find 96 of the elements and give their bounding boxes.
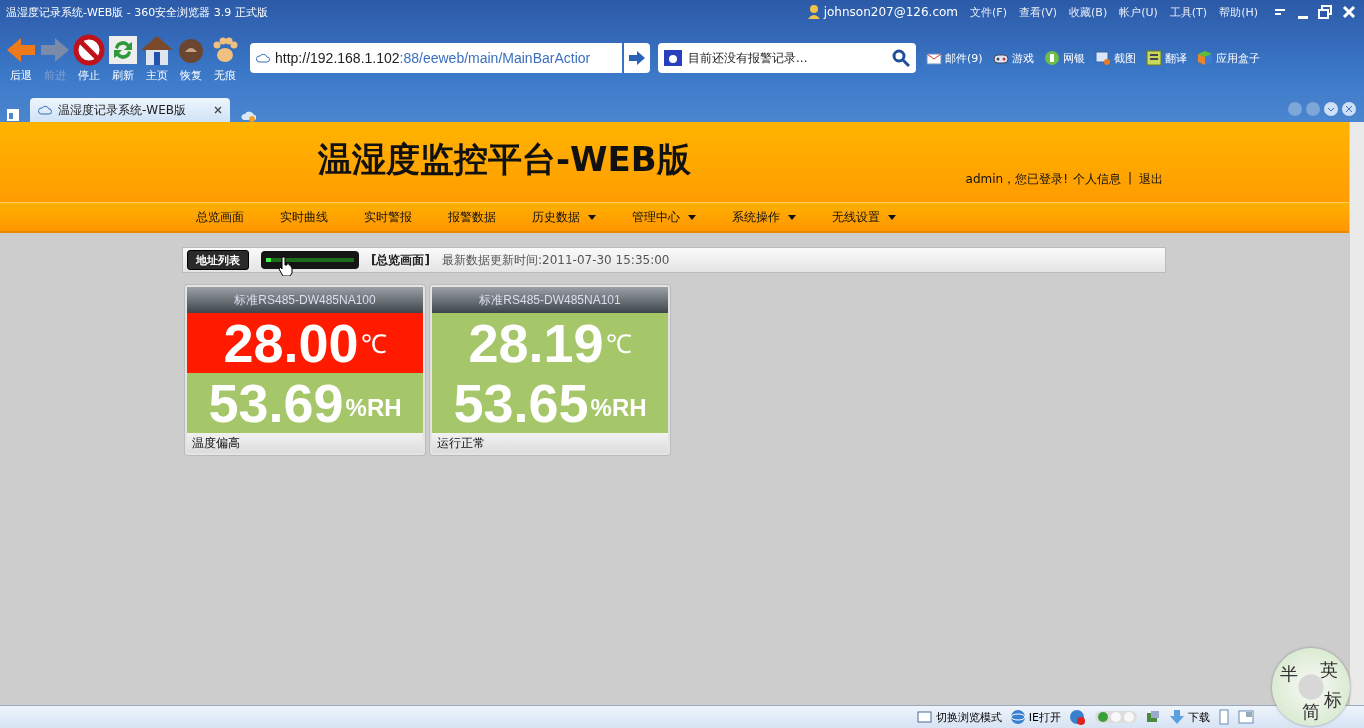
- restore-window-icon: [1318, 5, 1332, 19]
- page-title: 温湿度监控平台-WEB版: [318, 138, 691, 181]
- header-link[interactable]: 个人信息: [1072, 171, 1121, 188]
- menu-item[interactable]: 文件(F): [970, 4, 1007, 20]
- window-icon: [916, 709, 933, 725]
- coin-icon: [1043, 50, 1060, 66]
- temperature-value: 28.00: [223, 316, 359, 370]
- layout-icon: [1238, 710, 1254, 724]
- link-separator: |: [1126, 171, 1133, 187]
- toggle-icon: [1095, 710, 1137, 724]
- book-icon: [1145, 50, 1162, 66]
- toolbar-button[interactable]: 应用盒子: [1196, 50, 1260, 66]
- nav-item[interactable]: 管理中心: [632, 208, 696, 226]
- window-icon: [1145, 709, 1161, 725]
- menu-item[interactable]: 帐户(U): [1119, 4, 1158, 20]
- temperature-value: 28.19: [468, 316, 604, 370]
- nav-item[interactable]: 实时曲线: [280, 208, 328, 226]
- update-time: 最新数据更新时间:2011-07-30 15:35:00: [441, 251, 670, 269]
- device-status: 温度偏高: [187, 433, 423, 453]
- nav-button[interactable]: 恢复: [174, 33, 208, 83]
- status-bar-button[interactable]: 下载: [1169, 709, 1210, 725]
- search-icon: [892, 49, 910, 67]
- envelope-icon: [926, 50, 942, 66]
- ime-key[interactable]: 半: [1280, 662, 1298, 686]
- tab-list-icon: [6, 108, 20, 122]
- toolbar-button[interactable]: 网银: [1043, 50, 1085, 66]
- temperature-unit: ℃: [360, 328, 387, 361]
- nav-item[interactable]: 总览画面: [196, 208, 244, 226]
- humidity-unit: %RH: [345, 394, 402, 422]
- scrollbar[interactable]: [1349, 122, 1364, 706]
- user-icon: [807, 5, 820, 19]
- cloud-icon: [38, 105, 52, 115]
- hand-cursor-icon: [277, 256, 293, 276]
- nav-button[interactable]: 停止: [72, 33, 106, 83]
- go-button[interactable]: [624, 43, 650, 73]
- login-status: admin，您已登录!: [965, 171, 1068, 188]
- menu-item[interactable]: 收藏(B): [1069, 4, 1108, 20]
- nav-button[interactable]: 后退: [4, 33, 38, 83]
- minimize-icon: [1298, 16, 1308, 19]
- humidity-value: 53.65: [453, 376, 589, 430]
- close-icon: [1342, 5, 1356, 19]
- status-bar-button[interactable]: IE打开: [1009, 709, 1061, 725]
- refresh-icon: [107, 33, 139, 66]
- globe-icon: [1009, 709, 1026, 725]
- house-icon: [141, 33, 173, 66]
- menu-item[interactable]: 工具(T): [1169, 4, 1208, 20]
- account-name[interactable]: johnson207@126.com: [823, 5, 958, 19]
- ime-key[interactable]: 标: [1324, 688, 1342, 712]
- close-icon: [1342, 102, 1356, 116]
- cube-icon: [1196, 50, 1213, 66]
- humidity-value: 53.69: [208, 376, 344, 430]
- toolbar-button[interactable]: 截图: [1094, 50, 1136, 66]
- search-engine-icon: [664, 50, 682, 66]
- status-bar-button[interactable]: 切换浏览模式: [916, 709, 1002, 725]
- ime-key[interactable]: 简: [1302, 700, 1320, 724]
- temperature-unit: ℃: [605, 328, 632, 361]
- caret-icon: [588, 214, 596, 220]
- caret-icon: [788, 214, 796, 220]
- download-icon: [1169, 709, 1185, 725]
- nav-item[interactable]: 系统操作: [732, 208, 796, 226]
- nav-item[interactable]: 实时警报: [364, 208, 412, 226]
- nav-item[interactable]: 报警数据: [448, 208, 496, 226]
- address-field[interactable]: http://192.168.1.102:88/eeweb/main/MainBarActior: [250, 43, 622, 73]
- search-field[interactable]: 目前还没有报警记录...: [658, 43, 916, 73]
- caret-icon: [888, 214, 896, 220]
- browser-icon: [1069, 709, 1087, 725]
- stop-icon: [73, 33, 105, 66]
- nav-button[interactable]: 刷新: [106, 33, 140, 83]
- device-name: 标准RS485-DW485NA101: [432, 287, 668, 313]
- address-list-button[interactable]: 地址列表: [187, 250, 249, 270]
- section-label: [总览画面]: [371, 251, 430, 269]
- header-link[interactable]: 退出: [1139, 171, 1163, 188]
- caret-icon: [688, 214, 696, 220]
- screen-icon: [1094, 50, 1111, 66]
- scroll-left-icon: [1288, 102, 1302, 116]
- scroll-right-icon: [1306, 102, 1320, 116]
- ime-key[interactable]: 英: [1320, 658, 1338, 682]
- nav-button[interactable]: 无痕: [208, 33, 242, 83]
- browser-tab[interactable]: 温湿度记录系统-WEB版: [30, 98, 230, 122]
- toolbar-button[interactable]: 翻译: [1145, 50, 1187, 66]
- dropdown-icon: [1324, 102, 1338, 116]
- window-title: 温湿度记录系统-WEB版 - 360安全浏览器 3.9 正式版: [6, 4, 269, 20]
- toolbar-button[interactable]: 游戏: [992, 50, 1034, 66]
- humidity-unit: %RH: [590, 394, 647, 422]
- cloud-icon: [256, 53, 270, 63]
- page-icon: [1218, 709, 1230, 725]
- menu-item[interactable]: 帮助(H): [1219, 4, 1258, 20]
- nav-item[interactable]: 无线设置: [832, 208, 896, 226]
- device-status: 运行正常: [432, 433, 668, 453]
- device-name: 标准RS485-DW485NA100: [187, 287, 423, 313]
- menu-item[interactable]: 查看(V): [1018, 4, 1058, 20]
- toolbar-button[interactable]: 邮件(9): [926, 50, 983, 66]
- arrow-right-icon: [629, 51, 645, 65]
- close-icon: [214, 106, 222, 114]
- nav-button[interactable]: 主页: [140, 33, 174, 83]
- nav-item[interactable]: 历史数据: [532, 208, 596, 226]
